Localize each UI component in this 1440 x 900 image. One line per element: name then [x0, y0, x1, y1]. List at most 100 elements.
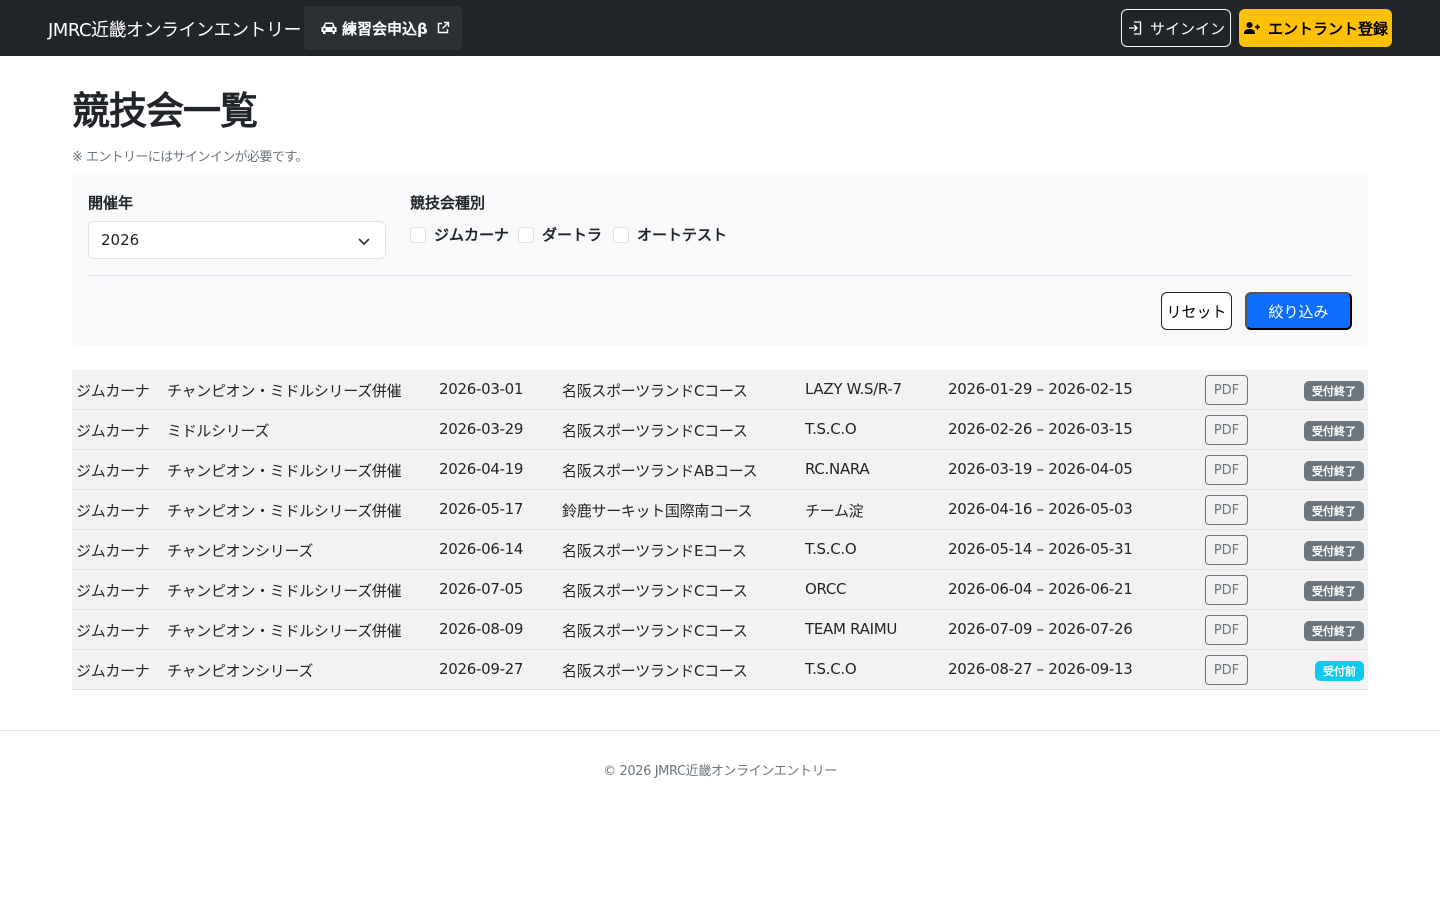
event-type: ジムカーナ: [76, 422, 150, 440]
checkbox[interactable]: [518, 226, 534, 243]
register-button[interactable]: エントラント登録: [1239, 9, 1392, 47]
checkbox[interactable]: [613, 226, 629, 243]
apply-filter-button[interactable]: 絞り込み: [1245, 292, 1352, 330]
signin-notice: ※ エントリーにはサインインが必要です。: [72, 150, 308, 165]
entry-period: 2026-07-09 – 2026-07-26: [948, 620, 1133, 638]
year-label: 開催年: [88, 194, 134, 212]
type-checkbox-autotest[interactable]: オートテスト: [613, 224, 727, 245]
status-badge: 受付終了: [1304, 541, 1364, 561]
year-select[interactable]: 2026: [88, 221, 386, 259]
event-series: チャンピオンシリーズ: [167, 662, 314, 680]
type-checkbox-label: ジムカーナ: [434, 226, 510, 244]
table-row[interactable]: ジムカーナ チャンピオンシリーズ 2026-06-14 名阪スポーツランドEコー…: [72, 530, 1368, 570]
status-badge: 受付終了: [1304, 461, 1364, 481]
event-series: チャンピオン・ミドルシリーズ併催: [167, 462, 402, 480]
event-type: ジムカーナ: [76, 662, 150, 680]
type-checkbox-dirt-trial[interactable]: ダートラ: [518, 224, 602, 245]
event-series: チャンピオン・ミドルシリーズ併催: [167, 502, 402, 520]
car-icon: [320, 21, 338, 35]
event-date: 2026-05-17: [439, 500, 524, 518]
pdf-button[interactable]: PDF: [1205, 495, 1248, 525]
pdf-button[interactable]: PDF: [1205, 615, 1248, 645]
year-select-value: 2026: [101, 231, 140, 249]
event-type: ジムカーナ: [76, 582, 150, 600]
table-row[interactable]: ジムカーナ チャンピオン・ミドルシリーズ併催 2026-07-05 名阪スポーツ…: [72, 570, 1368, 610]
event-organizer: LAZY W.S/R-7: [805, 380, 902, 398]
table-row[interactable]: ジムカーナ チャンピオン・ミドルシリーズ併催 2026-05-17 鈴鹿サーキッ…: [72, 490, 1368, 530]
event-series: ミドルシリーズ: [167, 422, 270, 440]
practice-link-label: 練習会申込β: [342, 19, 428, 38]
page-title: 競技会一覧: [72, 89, 258, 133]
pdf-button[interactable]: PDF: [1205, 575, 1248, 605]
status-badge: 受付前: [1315, 661, 1364, 681]
event-organizer: T.S.C.O: [805, 420, 857, 438]
status-badge: 受付終了: [1304, 421, 1364, 441]
pdf-button[interactable]: PDF: [1205, 415, 1248, 445]
event-type: ジムカーナ: [76, 502, 150, 520]
brand-link[interactable]: JMRC近畿オンラインエントリー: [48, 16, 302, 42]
status-badge: 受付終了: [1304, 621, 1364, 641]
pdf-button[interactable]: PDF: [1205, 455, 1248, 485]
filter-divider: [88, 275, 1352, 276]
table-row[interactable]: ジムカーナ チャンピオン・ミドルシリーズ併催 2026-08-09 名阪スポーツ…: [72, 610, 1368, 650]
event-type: ジムカーナ: [76, 382, 150, 400]
event-series: チャンピオン・ミドルシリーズ併催: [167, 622, 402, 640]
status-badge: 受付終了: [1304, 381, 1364, 401]
reset-button[interactable]: リセット: [1161, 292, 1232, 330]
checkbox[interactable]: [410, 226, 426, 243]
event-date: 2026-03-29: [439, 420, 524, 438]
event-type: ジムカーナ: [76, 622, 150, 640]
pdf-button[interactable]: PDF: [1205, 535, 1248, 565]
table-row[interactable]: ジムカーナ ミドルシリーズ 2026-03-29 名阪スポーツランドCコース T…: [72, 410, 1368, 450]
entry-period: 2026-06-04 – 2026-06-21: [948, 580, 1133, 598]
table-row[interactable]: ジムカーナ チャンピオン・ミドルシリーズ併催 2026-03-01 名阪スポーツ…: [72, 370, 1368, 410]
type-checkbox-gymkhana[interactable]: ジムカーナ: [410, 224, 509, 245]
sign-in-icon: [1128, 21, 1142, 35]
footer-copyright: © 2026 JMRC近畿オンラインエントリー: [603, 764, 837, 779]
event-organizer: ORCC: [805, 580, 847, 598]
event-organizer: T.S.C.O: [805, 660, 857, 678]
event-organizer: RC.NARA: [805, 460, 870, 478]
event-date: 2026-03-01: [439, 380, 524, 398]
entry-period: 2026-08-27 – 2026-09-13: [948, 660, 1133, 678]
event-date: 2026-07-05: [439, 580, 524, 598]
register-label: エントラント登録: [1267, 19, 1388, 38]
event-date: 2026-08-09: [439, 620, 524, 638]
table-row[interactable]: ジムカーナ チャンピオンシリーズ 2026-09-27 名阪スポーツランドCコー…: [72, 650, 1368, 690]
event-type-label: 競技会種別: [410, 194, 486, 212]
table-row[interactable]: ジムカーナ チャンピオン・ミドルシリーズ併催 2026-04-19 名阪スポーツ…: [72, 450, 1368, 490]
event-organizer: T.S.C.O: [805, 540, 857, 558]
event-series: チャンピオンシリーズ: [167, 542, 314, 560]
signin-button[interactable]: サインイン: [1121, 9, 1231, 47]
event-venue: 名阪スポーツランドCコース: [562, 382, 748, 400]
filter-panel: 開催年 2026 競技会種別 ジムカーナ ダートラ オートテスト リセット 絞り…: [72, 173, 1368, 346]
type-checkbox-label: オートテスト: [637, 226, 728, 244]
event-date: 2026-09-27: [439, 660, 524, 678]
entry-period: 2026-01-29 – 2026-02-15: [948, 380, 1133, 398]
practice-signup-link[interactable]: 練習会申込β: [304, 6, 462, 50]
status-badge: 受付終了: [1304, 581, 1364, 601]
event-venue: 鈴鹿サーキット国際南コース: [562, 502, 753, 520]
pdf-button[interactable]: PDF: [1205, 655, 1248, 685]
event-date: 2026-04-19: [439, 460, 524, 478]
event-type: ジムカーナ: [76, 542, 150, 560]
type-checkbox-label: ダートラ: [542, 226, 603, 244]
entry-period: 2026-03-19 – 2026-04-05: [948, 460, 1133, 478]
entry-period: 2026-04-16 – 2026-05-03: [948, 500, 1133, 518]
pdf-button[interactable]: PDF: [1205, 375, 1248, 405]
events-table: ジムカーナ チャンピオン・ミドルシリーズ併催 2026-03-01 名阪スポーツ…: [72, 370, 1368, 690]
person-plus-icon: [1243, 22, 1260, 34]
footer-divider: [0, 730, 1440, 731]
navbar: JMRC近畿オンラインエントリー 練習会申込β サインイン エントラント登録: [0, 0, 1440, 56]
event-organizer: チーム淀: [805, 502, 864, 520]
signin-label: サインイン: [1149, 19, 1225, 38]
status-badge: 受付終了: [1304, 501, 1364, 521]
chevron-down-icon: [358, 238, 370, 246]
event-venue: 名阪スポーツランドCコース: [562, 622, 748, 640]
entry-period: 2026-02-26 – 2026-03-15: [948, 420, 1133, 438]
event-venue: 名阪スポーツランドABコース: [562, 462, 758, 480]
event-venue: 名阪スポーツランドCコース: [562, 582, 748, 600]
event-venue: 名阪スポーツランドCコース: [562, 422, 748, 440]
external-link-icon: [436, 21, 450, 35]
event-series: チャンピオン・ミドルシリーズ併催: [167, 582, 402, 600]
